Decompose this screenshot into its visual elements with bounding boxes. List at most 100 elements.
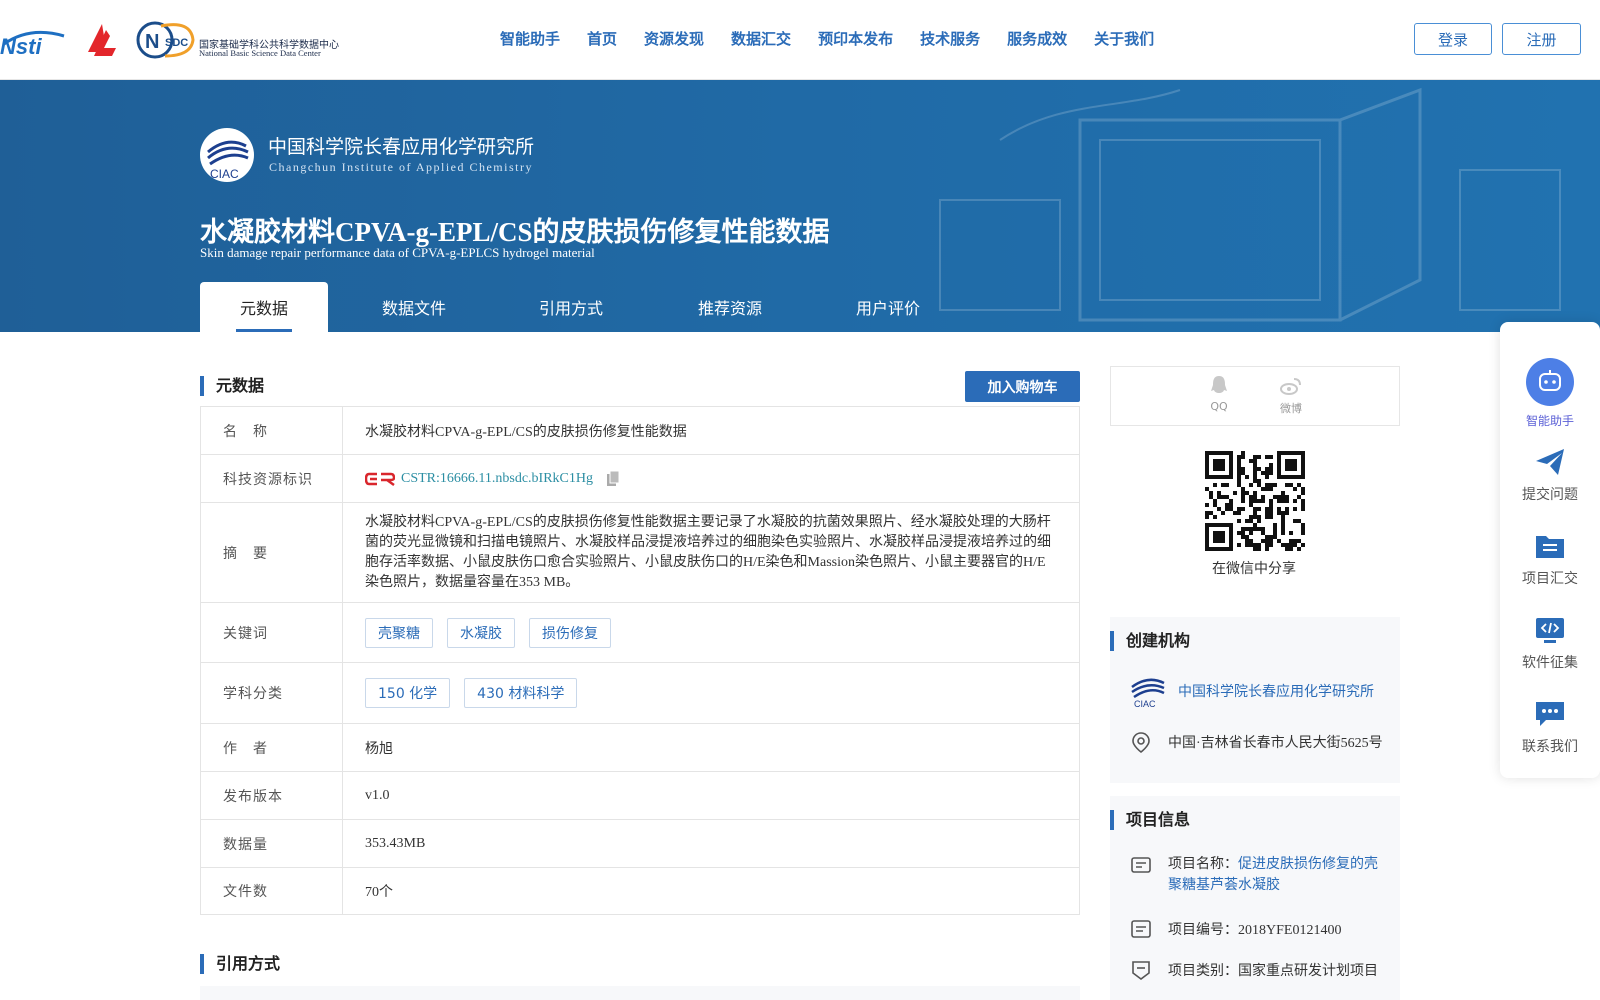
table-row: 学科分类 150 化学 430 材料科学 <box>201 662 1079 723</box>
project-name: 项目名称：促进皮肤损伤修复的壳 聚糖基芦荟水凝胶 <box>1130 854 1378 896</box>
project-name-label: 项目名称： <box>1168 857 1238 872</box>
creator-panel: 创建机构 CIAC 中国科学院长春应用化学研究所 中国·吉林省长春市人民大街56… <box>1110 617 1400 783</box>
svg-text:N: N <box>145 31 159 53</box>
sidebar-software[interactable]: 软件征集 <box>1500 614 1600 672</box>
subject-tag[interactable]: 150 化学 <box>365 678 451 708</box>
keyword-tag[interactable]: 壳聚糖 <box>365 617 433 648</box>
svg-text:CIAC: CIAC <box>1134 699 1156 709</box>
sidebar-assistant[interactable]: 智能助手 <box>1500 358 1600 429</box>
nav-preprint[interactable]: 预印本发布 <box>818 28 893 49</box>
project-heading: 项目信息 <box>1110 810 1190 830</box>
metadata-heading: 元数据 <box>200 376 264 396</box>
files-value: 70个 <box>365 885 393 900</box>
dataset-title-en: Skin damage repair performance data of C… <box>200 245 595 260</box>
weibo-icon <box>1280 378 1301 395</box>
main-nav: 智能助手 首页 资源发现 数据汇交 预印本发布 技术服务 服务成效 关于我们 <box>500 28 1181 49</box>
project-category-text: 项目类别：国家重点研发计划项目 <box>1168 964 1378 979</box>
tab-citation[interactable]: 引用方式 <box>500 282 642 332</box>
project-code-text: 项目编号：2018YFE0121400 <box>1168 923 1342 938</box>
nsdc-logo[interactable]: N SDC 国家基础学科公共科学数据中心 National Basic Scie… <box>135 20 350 60</box>
wechat-share-label: 在微信中分享 <box>1212 561 1296 577</box>
table-row: 科技资源标识 CSTR:16666.11.nbsdc.bIRkC1Hg <box>201 454 1079 502</box>
table-row: 数据量 353.43MB <box>201 819 1079 867</box>
sidebar-submit-question[interactable]: 提交问题 <box>1500 446 1600 504</box>
cstr-label: 科技资源标识 <box>201 455 343 502</box>
keywords-list: 壳聚糖 水凝胶 损伤修复 <box>343 603 647 662</box>
floating-sidebar: 智能助手 提交问题 项目汇交 软件征集 联系我们 <box>1500 322 1600 778</box>
share-qq[interactable]: QQ <box>1199 375 1239 413</box>
keyword-tag[interactable]: 水凝胶 <box>447 617 515 648</box>
creator-address-text: 中国·吉林省长春市人民大街5625号 <box>1168 736 1383 751</box>
subject-tag[interactable]: 430 材料科学 <box>464 678 578 708</box>
robot-icon <box>1526 358 1574 406</box>
nav-discovery[interactable]: 资源发现 <box>644 28 704 49</box>
nav-assistant[interactable]: 智能助手 <box>500 28 560 49</box>
share-weibo[interactable]: 微博 <box>1271 375 1311 416</box>
institute-name-cn[interactable]: 中国科学院长春应用化学研究所 <box>268 132 534 159</box>
chat-icon <box>1536 702 1564 726</box>
sidebar-contact-label: 联系我们 <box>1522 739 1578 755</box>
location-icon <box>1132 732 1150 753</box>
nav-data-submission[interactable]: 数据汇交 <box>731 28 791 49</box>
author-label: 作 者 <box>201 724 343 771</box>
dataset-banner: CIAC 中国科学院长春应用化学研究所 Changchun Institute … <box>0 80 1600 332</box>
nav-about[interactable]: 关于我们 <box>1094 28 1154 49</box>
project-card-icon <box>1131 857 1151 873</box>
project-name-link-1[interactable]: 促进皮肤损伤修复的壳 <box>1238 857 1378 872</box>
author-value: 杨旭 <box>365 741 393 757</box>
sidebar-project-submission-label: 项目汇交 <box>1522 571 1578 587</box>
citation-box <box>200 986 1080 1000</box>
sidebar-project-submission[interactable]: 项目汇交 <box>1500 530 1600 588</box>
document-icon <box>1131 920 1151 938</box>
project-name-link-2[interactable]: 聚糖基芦荟水凝胶 <box>1168 878 1280 893</box>
banner-decoration <box>939 87 1561 322</box>
files-label: 文件数 <box>201 868 343 914</box>
svg-text:CIAC: CIAC <box>210 167 239 181</box>
creator-org: CIAC 中国科学院长春应用化学研究所 <box>1130 673 1374 709</box>
table-row: 名 称 水凝胶材料CPVA-g-EPL/CS的皮肤损伤修复性能数据 <box>201 407 1079 454</box>
tab-data-files[interactable]: 数据文件 <box>328 282 500 332</box>
svg-text:Nsti: Nsti <box>0 34 42 58</box>
version-label: 发布版本 <box>201 772 343 819</box>
creator-org-link[interactable]: 中国科学院长春应用化学研究所 <box>1178 681 1374 701</box>
project-category: 项目类别：国家重点研发计划项目 <box>1130 959 1378 981</box>
share-weibo-label: 微博 <box>1280 402 1302 415</box>
cstr-value: CSTR:16666.11.nbsdc.bIRkC1Hg <box>343 455 642 502</box>
keywords-label: 关键词 <box>201 603 343 662</box>
qq-icon <box>1211 376 1227 393</box>
cstr-logo[interactable]: Nsti <box>0 24 68 58</box>
subject-list: 150 化学 430 材料科学 <box>343 663 613 723</box>
red-logo[interactable] <box>82 22 120 58</box>
cstr-link[interactable]: CSTR:16666.11.nbsdc.bIRkC1Hg <box>401 471 593 487</box>
ciac-small-logo: CIAC <box>1131 678 1165 709</box>
code-icon <box>1536 618 1564 643</box>
size-label: 数据量 <box>201 820 343 867</box>
copy-icon[interactable] <box>607 470 620 487</box>
svg-text:SDC: SDC <box>165 37 188 49</box>
nav-home[interactable]: 首页 <box>587 28 617 49</box>
project-code: 项目编号：2018YFE0121400 <box>1130 918 1341 940</box>
add-to-cart-button[interactable]: 加入购物车 <box>965 371 1080 402</box>
table-row: 文件数 70个 <box>201 867 1079 914</box>
tab-metadata[interactable]: 元数据 <box>200 282 328 332</box>
share-box: QQ 微博 <box>1110 366 1400 426</box>
nav-tech-service[interactable]: 技术服务 <box>920 28 980 49</box>
dataset-title-cn: 水凝胶材料CPVA-g-EPL/CS的皮肤损伤修复性能数据 <box>200 217 830 247</box>
register-button[interactable]: 注册 <box>1502 23 1581 55</box>
sidebar-software-label: 软件征集 <box>1522 655 1578 671</box>
abstract-value: 水凝胶材料CPVA-g-EPL/CS的皮肤损伤修复性能数据主要记录了水凝胶的抗菌… <box>365 515 1051 590</box>
keyword-tag[interactable]: 损伤修复 <box>529 617 611 648</box>
folder-list-icon <box>1536 536 1564 558</box>
sidebar-submit-question-label: 提交问题 <box>1522 487 1578 503</box>
version-value: v1.0 <box>365 787 390 803</box>
nav-results[interactable]: 服务成效 <box>1007 28 1067 49</box>
tab-recommended[interactable]: 推荐资源 <box>642 282 818 332</box>
login-button[interactable]: 登录 <box>1414 23 1492 55</box>
abstract-label: 摘 要 <box>201 503 343 602</box>
sidebar-contact[interactable]: 联系我们 <box>1500 698 1600 756</box>
tab-reviews[interactable]: 用户评价 <box>818 282 958 332</box>
share-qq-label: QQ <box>1210 400 1228 413</box>
table-row: 作 者 杨旭 <box>201 723 1079 771</box>
table-row: 摘 要 水凝胶材料CPVA-g-EPL/CS的皮肤损伤修复性能数据主要记录了水凝… <box>201 502 1079 602</box>
metadata-table: 名 称 水凝胶材料CPVA-g-EPL/CS的皮肤损伤修复性能数据 科技资源标识… <box>200 406 1080 915</box>
